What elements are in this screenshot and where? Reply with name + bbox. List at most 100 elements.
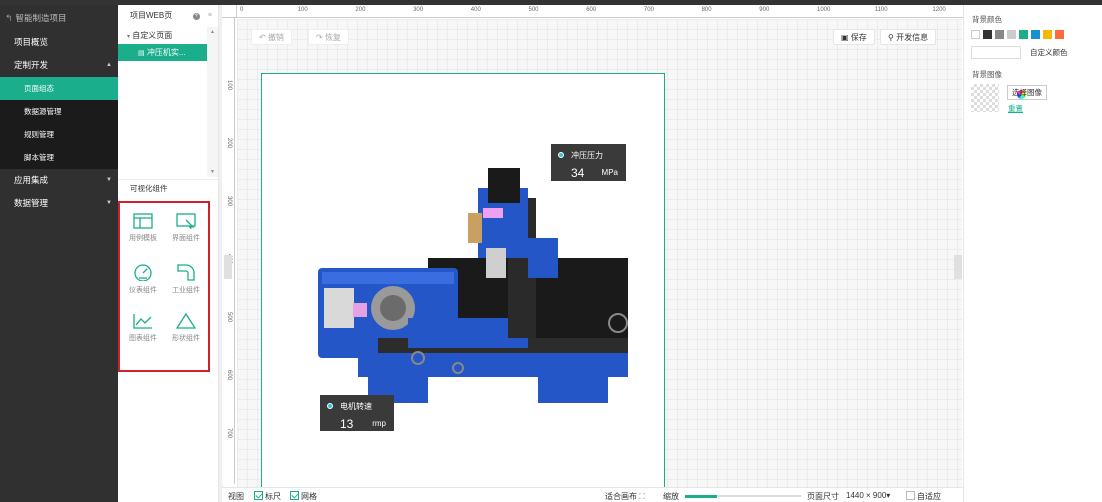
view-label: 视图: [228, 492, 244, 501]
color-swatch[interactable]: [1031, 30, 1040, 39]
color-swatch[interactable]: [1007, 30, 1016, 39]
component-gauge[interactable]: 仪表组件: [123, 257, 163, 303]
tag-value: 34: [571, 166, 585, 180]
component-chart[interactable]: 图表组件: [123, 307, 163, 353]
ruler-tick: 1000: [817, 7, 831, 13]
color-swatch[interactable]: [1043, 30, 1052, 39]
redo-label: 恢复: [324, 33, 341, 42]
lathe-machine-image[interactable]: [298, 168, 638, 418]
canvas-bottom-bar: 视图 标尺 网格 适合画布 ⛶ 缩放 页面尺寸 1440 × 900▾ 自适应: [222, 487, 963, 502]
zoom-slider[interactable]: [685, 494, 801, 498]
ruler-tick: 500: [528, 7, 539, 13]
tree-node-label: 冲压机实...: [146, 48, 186, 57]
scroll-down-icon[interactable]: ▼: [210, 169, 215, 175]
sidebar-item-label: 项目概览: [14, 37, 49, 47]
tree-node-press-page[interactable]: ▤ 冲压机实...: [118, 44, 207, 61]
redo-button[interactable]: ↷ 恢复: [308, 29, 349, 45]
grid-toggle[interactable]: 网格: [290, 491, 317, 502]
components-title: 可视化组件: [118, 179, 218, 197]
ui-component-icon: [176, 213, 196, 229]
page-tree-header: 项目WEB页 + ≡: [118, 5, 218, 27]
bg-image-preview[interactable]: [971, 84, 999, 112]
triangle-icon: [176, 313, 196, 329]
fit-canvas-label: 适合画布: [605, 492, 637, 501]
page-tree-title: 项目WEB页: [130, 11, 173, 20]
sidebar-item-data-management[interactable]: 数据管理 ▼: [0, 192, 118, 215]
chevron-down-icon: ▼: [106, 177, 112, 183]
sidebar-item-overview[interactable]: 项目概览: [0, 31, 118, 54]
zoom-slider-fill: [685, 494, 718, 498]
checkbox-unchecked-icon: [906, 491, 915, 500]
design-page[interactable]: 冲压压力 34 MPa 电机转速 13 rmp: [261, 73, 665, 502]
sidebar-item-label: 脚本管理: [24, 153, 54, 162]
sidebar-item-label: 应用集成: [14, 175, 49, 185]
undo-button[interactable]: ↶ 撤销: [251, 29, 292, 45]
reset-link[interactable]: 重置: [1008, 103, 1023, 114]
more-icon[interactable]: ≡: [208, 5, 212, 27]
tree-scrollbar[interactable]: ▲ ▼: [207, 27, 218, 177]
ruler-tick: 1100: [874, 7, 888, 13]
color-swatch[interactable]: [1055, 30, 1064, 39]
sidebar-item-custom-dev[interactable]: 定制开发 ▲: [0, 54, 118, 77]
dev-info-button[interactable]: ⚲ 开发信息: [880, 29, 937, 45]
component-label: 界面组件: [172, 235, 200, 242]
sidebar-item-label: 页面组态: [24, 84, 54, 93]
ruler-corner: [222, 5, 237, 18]
auto-fit-label: 自适应: [917, 492, 941, 501]
sidebar-item-datasource[interactable]: 数据源管理: [0, 100, 118, 123]
line-chart-icon: [133, 314, 152, 329]
project-title[interactable]: ↰ 智能制造项目: [0, 5, 118, 31]
pressure-tag[interactable]: 冲压压力 34 MPa: [551, 144, 626, 181]
ruler-tick: 200: [226, 138, 232, 149]
page-icon: ▤: [138, 50, 145, 57]
component-label: 工业组件: [172, 287, 200, 294]
zoom-label: 缩放: [663, 492, 679, 501]
color-input[interactable]: [971, 46, 1026, 99]
ruler-tick: 300: [226, 196, 232, 207]
scroll-up-icon[interactable]: ▲: [210, 29, 215, 35]
tree-node-label: 自定义页面: [132, 31, 173, 40]
component-industrial[interactable]: 工业组件: [166, 257, 206, 303]
collapse-right-handle[interactable]: [954, 255, 962, 279]
add-page-icon[interactable]: +: [192, 12, 200, 20]
save-button[interactable]: ▣ 保存: [833, 29, 875, 45]
ruler-tick: 900: [759, 7, 770, 13]
bg-color-title: 背景颜色: [972, 15, 1002, 24]
choose-image-button[interactable]: 选择图像: [1007, 85, 1047, 100]
color-swatch[interactable]: [1019, 30, 1028, 39]
ruler-tick: 100: [226, 80, 232, 91]
tag-unit: rmp: [372, 419, 386, 428]
ruler-tick: 700: [643, 7, 654, 13]
bg-image-title: 背景图像: [972, 70, 1002, 79]
undo-icon: ↶: [259, 33, 266, 42]
color-swatch[interactable]: [995, 30, 1004, 39]
page-tree-panel: 项目WEB页 + ≡ ▾ 自定义页面 ▤ 冲压机实... ▲ ▼ 可视化组件 用…: [118, 5, 219, 502]
sidebar-item-scripts[interactable]: 脚本管理: [0, 146, 118, 169]
ruler-tick: 300: [413, 7, 424, 13]
ruler-tick: 500: [226, 312, 232, 323]
auto-fit-toggle[interactable]: 自适应: [906, 491, 941, 502]
page-size-select[interactable]: 1440 × 900▾: [846, 491, 890, 500]
ruler-tick: 400: [470, 7, 481, 13]
ruler-tick: 0: [240, 7, 244, 13]
component-label: 图表组件: [129, 335, 157, 342]
component-ui[interactable]: 界面组件: [166, 207, 206, 253]
collapse-left-handle[interactable]: [224, 255, 232, 279]
template-icon: [133, 213, 153, 229]
sidebar-item-rules[interactable]: 规则管理: [0, 123, 118, 146]
color-swatch[interactable]: [983, 30, 992, 39]
color-swatch[interactable]: [971, 30, 980, 39]
fit-canvas-button[interactable]: 适合画布 ⛶: [605, 491, 645, 502]
tree-node-custom-pages[interactable]: ▾ 自定义页面: [118, 27, 218, 44]
component-shape[interactable]: 形状组件: [166, 307, 206, 353]
ruler-toggle[interactable]: 标尺: [254, 491, 281, 502]
tag-value: 13: [340, 417, 354, 431]
component-template[interactable]: 用例模板: [123, 207, 163, 253]
ruler-tick: 200: [355, 7, 366, 13]
sidebar-item-app-integration[interactable]: 应用集成 ▼: [0, 169, 118, 192]
ruler-tick: 800: [701, 7, 712, 13]
motor-speed-tag[interactable]: 电机转速 13 rmp: [320, 395, 394, 431]
tag-label: 冲压压力: [571, 151, 603, 160]
ruler-tick: 600: [226, 370, 232, 381]
sidebar-item-page-config[interactable]: 页面组态: [0, 77, 118, 100]
